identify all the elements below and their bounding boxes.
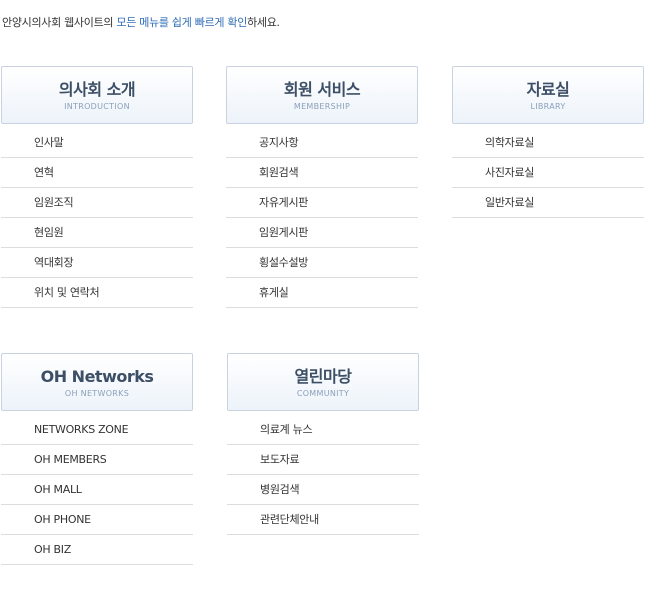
section-title: 자료실	[526, 80, 570, 99]
menu-item-organization[interactable]: 임원조직	[1, 188, 193, 218]
menu-item-chat-room[interactable]: 횡설수설방	[226, 248, 418, 278]
menu-item-oh-biz[interactable]: OH BIZ	[1, 535, 193, 565]
section-header-library[interactable]: 자료실 LIBRARY	[452, 66, 644, 124]
intro-suffix: 하세요.	[247, 16, 280, 29]
section-header-oh-networks[interactable]: OH Networks OH NETWORKS	[1, 353, 193, 411]
section-subtitle: LIBRARY	[530, 102, 566, 111]
section-library: 자료실 LIBRARY 의학자료실 사진자료실 일반자료실	[452, 66, 644, 218]
section-subtitle: MEMBERSHIP	[293, 102, 351, 111]
menu-list-oh-networks: NETWORKS ZONE OH MEMBERS OH MALL OH PHON…	[1, 415, 193, 565]
menu-item-location-contact[interactable]: 위치 및 연락처	[1, 278, 193, 308]
menu-item-oh-phone[interactable]: OH PHONE	[1, 505, 193, 535]
menu-item-photo-library[interactable]: 사진자료실	[452, 158, 644, 188]
menu-list-membership: 공지사항 회원검색 자유게시판 임원게시판 횡설수설방 휴게실	[226, 128, 418, 308]
section-oh-networks: OH Networks OH NETWORKS NETWORKS ZONE OH…	[1, 353, 193, 565]
menu-item-networks-zone[interactable]: NETWORKS ZONE	[1, 415, 193, 445]
menu-item-medical-news[interactable]: 의료계 뉴스	[227, 415, 419, 445]
section-header-community[interactable]: 열린마당 COMMUNITY	[227, 353, 419, 411]
menu-item-current-officers[interactable]: 현임원	[1, 218, 193, 248]
menu-item-medical-library[interactable]: 의학자료실	[452, 128, 644, 158]
menu-list-library: 의학자료실 사진자료실 일반자료실	[452, 128, 644, 218]
section-community: 열린마당 COMMUNITY 의료계 뉴스 보도자료 병원검색 관련단체안내	[227, 353, 419, 535]
section-introduction: 의사회 소개 INTRODUCTION 인사말 연혁 임원조직 현임원 역대회장…	[1, 66, 193, 308]
menu-item-free-board[interactable]: 자유게시판	[226, 188, 418, 218]
section-subtitle: OH NETWORKS	[64, 389, 130, 398]
menu-item-lounge[interactable]: 휴게실	[226, 278, 418, 308]
section-membership: 회원 서비스 MEMBERSHIP 공지사항 회원검색 자유게시판 임원게시판 …	[226, 66, 418, 308]
menu-item-greeting[interactable]: 인사말	[1, 128, 193, 158]
section-title: 열린마당	[294, 367, 352, 386]
section-subtitle: INTRODUCTION	[64, 102, 130, 111]
menu-item-history[interactable]: 연혁	[1, 158, 193, 188]
intro-text: 안양시의사회 웹사이트의 모든 메뉴를 쉽게 빠르게 확인하세요.	[2, 14, 280, 30]
menu-item-press-release[interactable]: 보도자료	[227, 445, 419, 475]
menu-item-related-organizations[interactable]: 관련단체안내	[227, 505, 419, 535]
menu-item-notices[interactable]: 공지사항	[226, 128, 418, 158]
intro-highlight: 모든 메뉴를 쉽게 빠르게 확인	[116, 16, 248, 29]
section-subtitle: COMMUNITY	[296, 389, 350, 398]
menu-item-general-library[interactable]: 일반자료실	[452, 188, 644, 218]
menu-item-oh-mall[interactable]: OH MALL	[1, 475, 193, 505]
section-title: OH Networks	[40, 367, 154, 386]
menu-item-oh-members[interactable]: OH MEMBERS	[1, 445, 193, 475]
menu-item-hospital-search[interactable]: 병원검색	[227, 475, 419, 505]
section-header-membership[interactable]: 회원 서비스 MEMBERSHIP	[226, 66, 418, 124]
section-header-introduction[interactable]: 의사회 소개 INTRODUCTION	[1, 66, 193, 124]
section-title: 의사회 소개	[58, 80, 136, 99]
menu-item-officer-board[interactable]: 임원게시판	[226, 218, 418, 248]
section-title: 회원 서비스	[283, 80, 361, 99]
menu-list-introduction: 인사말 연혁 임원조직 현임원 역대회장 위치 및 연락처	[1, 128, 193, 308]
menu-list-community: 의료계 뉴스 보도자료 병원검색 관련단체안내	[227, 415, 419, 535]
intro-prefix: 안양시의사회 웹사이트의	[2, 16, 117, 29]
menu-item-past-presidents[interactable]: 역대회장	[1, 248, 193, 278]
menu-item-member-search[interactable]: 회원검색	[226, 158, 418, 188]
